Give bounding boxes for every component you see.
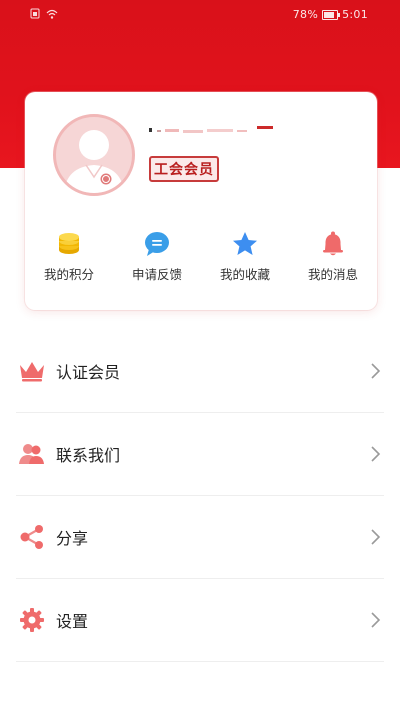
shortcut-label: 我的积分 [43, 267, 94, 282]
username-obscured [149, 126, 273, 133]
menu-item-contact-us[interactable]: 联系我们 [16, 413, 384, 496]
menu-item-label: 联系我们 [56, 446, 121, 465]
menu-item-share[interactable]: 分享 [16, 496, 384, 579]
coins-icon [59, 233, 79, 254]
status-right: 78% 5:01 [293, 8, 368, 21]
menu-item-label: 设置 [56, 612, 89, 631]
clock: 5:01 [342, 8, 368, 21]
shortcut-label: 我的消息 [307, 267, 358, 282]
chevron-right-icon [371, 363, 381, 379]
share-icon [18, 523, 46, 551]
shortcut-feedback[interactable]: 申请反馈 [113, 230, 201, 290]
battery-icon [322, 9, 341, 20]
avatar[interactable] [53, 114, 135, 196]
shortcut-points[interactable]: 我的积分 [25, 230, 113, 290]
shortcut-label: 我的收藏 [219, 267, 270, 282]
star-icon [233, 232, 257, 255]
shortcut-label: 申请反馈 [131, 267, 182, 282]
gear-icon [18, 606, 46, 634]
contacts-icon [18, 440, 46, 468]
shortcut-messages[interactable]: 我的消息 [289, 230, 377, 290]
bell-icon [323, 231, 343, 256]
chat-bubble-icon [145, 232, 169, 256]
profile-card: 工会会员 我的积分 申请反馈 我的收藏 我的消息 [25, 92, 377, 310]
crown-icon [18, 357, 46, 385]
default-avatar-icon [64, 130, 124, 193]
menu-item-label: 认证会员 [56, 363, 121, 382]
chevron-right-icon [371, 612, 381, 628]
shortcut-favorites[interactable]: 我的收藏 [201, 230, 289, 290]
menu-item-settings[interactable]: 设置 [16, 579, 384, 662]
shortcut-row: 我的积分 申请反馈 我的收藏 我的消息 [25, 230, 377, 290]
menu-item-certify-member[interactable]: 认证会员 [16, 330, 384, 413]
menu-item-label: 分享 [56, 529, 89, 548]
chevron-right-icon [371, 446, 381, 462]
sim-icon [30, 8, 40, 19]
chevron-right-icon [371, 529, 381, 545]
status-left-icons [30, 8, 58, 19]
wifi-icon [46, 9, 58, 19]
status-bar: 78% 5:01 [0, 0, 400, 30]
menu-list: 认证会员 联系我们 分享 设置 [16, 330, 384, 662]
member-badge: 工会会员 [149, 156, 219, 182]
battery-percent: 78% [292, 8, 319, 21]
